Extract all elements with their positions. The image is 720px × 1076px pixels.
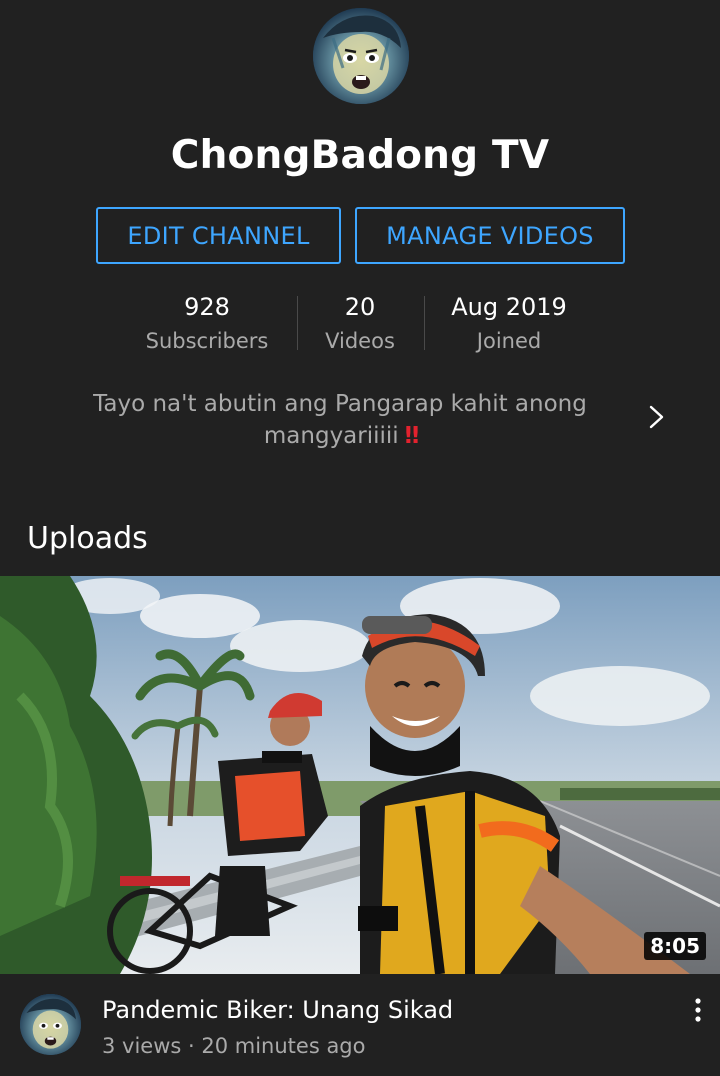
channel-page: ChongBadong TV EDIT CHANNEL MANAGE VIDEO…	[0, 0, 720, 1076]
stat-label: Subscribers	[145, 329, 269, 353]
stat-value: 928	[184, 293, 230, 321]
manage-videos-button[interactable]: MANAGE VIDEOS	[355, 207, 625, 264]
video-duration: 8:05	[644, 932, 706, 960]
video-thumbnail[interactable]: 8:05	[0, 576, 720, 974]
stat-joined: Aug 2019 Joined	[436, 290, 582, 358]
video-title[interactable]: Pandemic Biker: Unang Sikad	[102, 994, 662, 1026]
stat-value: Aug 2019	[451, 293, 567, 321]
channel-avatar-small[interactable]	[20, 994, 81, 1055]
double-exclamation-emoji: ‼	[404, 423, 420, 449]
avatar-face-icon	[20, 994, 81, 1055]
stat-label: Joined	[476, 329, 542, 353]
channel-title: ChongBadong TV	[170, 133, 550, 178]
video-meta: 3 views · 20 minutes ago	[102, 1034, 366, 1058]
uploads-heading: Uploads	[27, 521, 148, 556]
channel-stats: 928 Subscribers 20 Videos Aug 2019 Joine…	[0, 290, 720, 360]
stat-divider	[424, 296, 425, 350]
description-text: Tayo na't abutin ang Pangarap kahit anon…	[93, 391, 587, 449]
stat-videos: 20 Videos	[310, 290, 410, 358]
edit-channel-button[interactable]: EDIT CHANNEL	[96, 207, 341, 264]
thumbnail-image	[0, 576, 720, 974]
chevron-right-icon[interactable]	[643, 402, 669, 432]
avatar-face-icon	[313, 8, 409, 104]
channel-avatar[interactable]	[313, 8, 409, 104]
stat-value: 20	[344, 293, 376, 321]
more-vert-icon[interactable]	[688, 996, 708, 1024]
stat-divider	[297, 296, 298, 350]
stat-label: Videos	[325, 329, 395, 353]
channel-description[interactable]: Tayo na't abutin ang Pangarap kahit anon…	[60, 388, 620, 452]
stat-subscribers: 928 Subscribers	[137, 290, 277, 358]
